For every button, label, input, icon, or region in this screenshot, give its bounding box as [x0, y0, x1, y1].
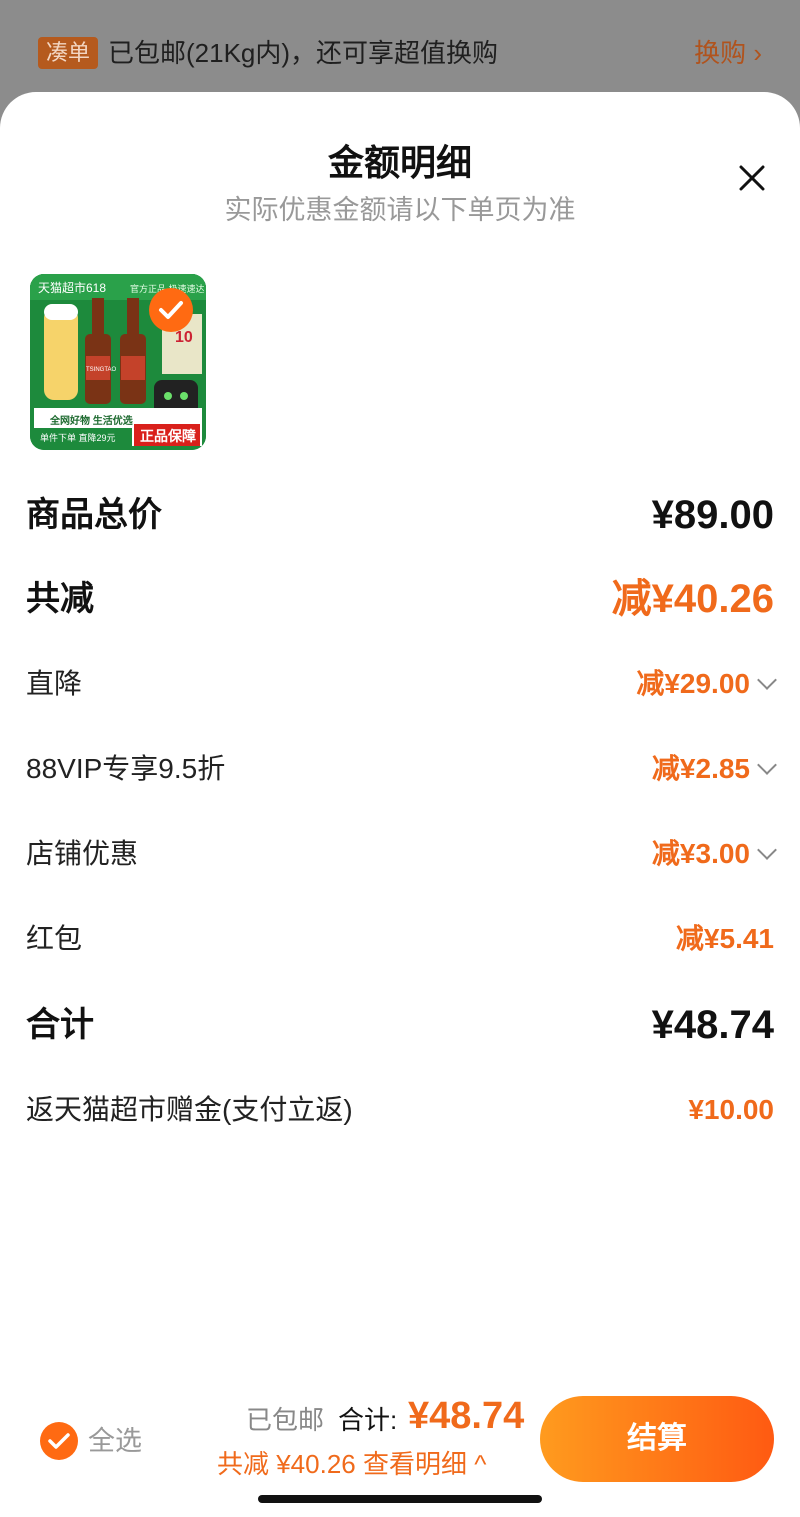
- chevron-right-icon: ›: [753, 38, 762, 68]
- row-subtotal: 合计 ¥48.74: [26, 995, 774, 1055]
- swap-link[interactable]: 换购 ›: [694, 35, 762, 71]
- free-shipping-text: 已包邮: [246, 1405, 325, 1435]
- chevron-down-icon[interactable]: [757, 755, 777, 775]
- product-checked-icon[interactable]: [149, 288, 193, 332]
- row-direct-discount[interactable]: 直降 减¥29.00: [26, 654, 777, 714]
- row-label: 商品总价: [26, 496, 162, 534]
- checkmark-icon: [48, 1433, 70, 1449]
- row-store-discount[interactable]: 店铺优惠 减¥3.00: [26, 824, 777, 884]
- row-value: 减¥40.26: [611, 577, 774, 621]
- row-value: 减¥5.41: [675, 923, 774, 954]
- row-value: ¥89.00: [651, 493, 774, 537]
- view-details-label: 查看明细: [362, 1449, 467, 1479]
- close-icon[interactable]: [736, 162, 768, 194]
- row-value: 减¥2.85: [651, 753, 750, 784]
- row-red-packet: 红包 减¥5.41: [26, 909, 774, 969]
- amount-detail-sheet: 金额明细 实际优惠金额请以下单页为准 天猫超市618 官方正品 极速速达 10 …: [0, 92, 800, 1517]
- row-value: ¥48.74: [651, 1003, 774, 1047]
- row-value: 减¥3.00: [651, 838, 750, 869]
- row-label: 共减: [26, 580, 94, 618]
- bottle-brand-text: TSINGTAO: [86, 367, 117, 373]
- row-goods-total: 商品总价 ¥89.00: [26, 485, 774, 545]
- checkout-button[interactable]: 结算: [540, 1396, 774, 1482]
- product-banner-text: 天猫超市618: [38, 280, 106, 295]
- chevron-down-icon[interactable]: [757, 670, 777, 690]
- checkout-footer: 全选 已包邮 合计: ¥48.74 共减 ¥40.26 查看明细 ^ 结算: [0, 1342, 800, 1517]
- row-label: 红包: [26, 923, 83, 954]
- total-label: 合计:: [338, 1405, 398, 1435]
- row-label: 88VIP专享9.5折: [26, 753, 226, 784]
- row-value: 减¥29.00: [636, 668, 750, 699]
- select-all-label: 全选: [88, 1426, 142, 1456]
- row-vip-discount[interactable]: 88VIP专享9.5折 减¥2.85: [26, 739, 777, 799]
- chevron-down-icon[interactable]: [757, 840, 777, 860]
- top-banner: 凑单 已包邮(21Kg内)，还可享超值换购 换购 ›: [0, 0, 800, 100]
- sheet-subtitle: 实际优惠金额请以下单页为准: [224, 195, 576, 225]
- row-label: 合计: [26, 1006, 94, 1044]
- swap-label: 换购: [694, 38, 747, 68]
- sheet-title: 金额明细: [327, 142, 472, 183]
- home-indicator: [258, 1495, 542, 1503]
- row-label: 店铺优惠: [26, 838, 139, 869]
- chevron-up-icon: ^: [474, 1449, 487, 1479]
- row-label: 返天猫超市赠金(支付立返): [26, 1094, 353, 1125]
- row-label: 直降: [26, 668, 83, 699]
- shipping-message: 已包邮(21Kg内)，还可享超值换购: [108, 38, 499, 68]
- view-details-link[interactable]: 共减 ¥40.26 查看明细 ^: [217, 1446, 486, 1482]
- promo-line-2: 单件下单 直降29元: [40, 432, 116, 443]
- row-total-discount: 共减 减¥40.26: [26, 569, 774, 629]
- row-rebate: 返天猫超市赠金(支付立返) ¥10.00: [26, 1080, 774, 1140]
- select-all-checkbox[interactable]: [40, 1422, 78, 1460]
- product-thumbnail[interactable]: 天猫超市618 官方正品 极速速达 10 TSINGTAO 全网好物 生活优选 …: [30, 274, 206, 450]
- authentic-badge: 正品保障: [140, 428, 196, 444]
- bundle-tag: 凑单: [38, 37, 99, 69]
- discount-summary: 共减 ¥40.26: [217, 1449, 356, 1479]
- row-value: ¥10.00: [688, 1094, 774, 1125]
- total-value: ¥48.74: [408, 1395, 525, 1437]
- promo-line-1: 全网好物 生活优选: [49, 414, 133, 427]
